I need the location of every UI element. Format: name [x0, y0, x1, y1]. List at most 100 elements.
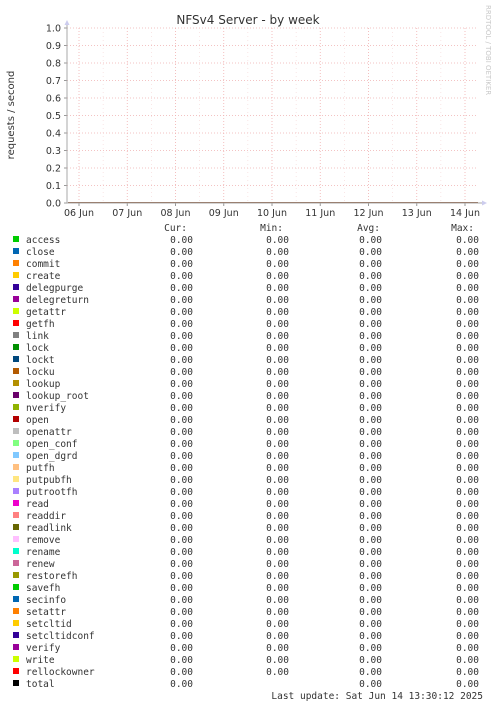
chart: NFSv4 Server - by week requests / second…: [6, 5, 492, 702]
watermark: RRDTOOL / TOBI OETIKER: [484, 5, 492, 95]
x-tick-label: 13 Jun: [402, 208, 432, 219]
legend-value-cur: 0.00: [170, 355, 193, 366]
legend-value-avg: 0.00: [359, 259, 382, 270]
legend-swatch: [13, 464, 19, 470]
legend-value-cur: 0.00: [170, 247, 193, 258]
legend-value-max: 0.00: [456, 295, 479, 306]
x-tick-label: 10 Jun: [257, 208, 287, 219]
legend-name: rename: [26, 547, 61, 558]
legend-name: putfh: [26, 463, 55, 474]
legend-value-cur: 0.00: [170, 295, 193, 306]
legend-name: access: [26, 235, 60, 246]
legend-swatch: [13, 320, 19, 326]
legend-name: setattr: [26, 607, 66, 618]
legend-value-avg: 0.00: [359, 631, 382, 642]
legend-value-cur: 0.00: [170, 463, 193, 474]
legend-swatch: [13, 296, 19, 302]
legend-header: Max:: [451, 223, 474, 234]
y-tick-labels: 0.0 0.1 0.2 0.3 0.4 0.5 0.6 0.7 0.8 0.9 1.0: [46, 24, 61, 210]
legend-value-max: 0.00: [456, 535, 479, 546]
y-tick-label: 0.9: [46, 41, 61, 52]
legend-row: renew 0.00 0.00 0.00 0.00: [13, 559, 479, 570]
y-tick-label: 0.7: [46, 76, 61, 87]
legend-value-max: 0.00: [456, 667, 479, 678]
y-tick-label: 0.3: [46, 146, 61, 157]
legend-value-avg: 0.00: [359, 319, 382, 330]
legend-value-min: 0.00: [266, 535, 289, 546]
legend-name: getattr: [26, 307, 66, 318]
legend-swatch: [13, 656, 19, 662]
legend-value-min: 0.00: [266, 487, 289, 498]
legend-value-max: 0.00: [456, 487, 479, 498]
legend-name: write: [26, 655, 55, 666]
legend-row: access 0.00 0.00 0.00 0.00: [13, 235, 479, 246]
legend-swatch: [13, 680, 19, 686]
legend-swatch: [13, 368, 19, 374]
legend-name: open: [26, 415, 49, 426]
legend-swatch: [13, 236, 19, 242]
y-axis-label: requests / second: [6, 71, 17, 160]
legend-row: readlink 0.00 0.00 0.00 0.00: [13, 523, 479, 534]
x-tick-labels: 06 Jun 07 Jun 08 Jun 09 Jun 10 Jun 11 Jun 12 J…: [64, 208, 480, 219]
x-tick-label: 14 Jun: [450, 208, 480, 219]
legend-swatch: [13, 356, 19, 362]
legend-value-cur: 0.00: [170, 583, 193, 594]
legend-value-min: 0.00: [266, 547, 289, 558]
legend-row: savefh 0.00 0.00 0.00 0.00: [13, 583, 479, 594]
legend-name: verify: [26, 643, 61, 654]
legend-row: getfh 0.00 0.00 0.00 0.00: [13, 319, 479, 330]
legend-value-cur: 0.00: [170, 391, 193, 402]
legend-value-max: 0.00: [456, 427, 479, 438]
y-tick-label: 0.4: [46, 129, 61, 140]
legend-value-cur: 0.00: [170, 283, 193, 294]
legend-value-min: 0.00: [266, 439, 289, 450]
legend-value-cur: 0.00: [170, 415, 193, 426]
legend-value-avg: 0.00: [359, 595, 382, 606]
legend-value-cur: 0.00: [170, 631, 193, 642]
legend-name: getfh: [26, 319, 55, 330]
legend-value-cur: 0.00: [170, 559, 193, 570]
legend-value-min: 0.00: [266, 475, 289, 486]
legend-value-min: 0.00: [266, 523, 289, 534]
legend-row: putrootfh 0.00 0.00 0.00 0.00: [13, 487, 479, 498]
legend-value-max: 0.00: [456, 631, 479, 642]
legend-value-cur: 0.00: [170, 595, 193, 606]
legend-name: nverify: [26, 403, 66, 414]
legend-value-max: 0.00: [456, 643, 479, 654]
legend-swatch: [13, 404, 19, 410]
legend-swatch: [13, 248, 19, 254]
legend-row: setcltidconf 0.00 0.00 0.00 0.00: [13, 631, 479, 642]
legend-value-avg: 0.00: [359, 619, 382, 630]
legend-value-avg: 0.00: [359, 643, 382, 654]
legend-value-max: 0.00: [456, 511, 479, 522]
legend-swatch: [13, 428, 19, 434]
legend-swatch: [13, 524, 19, 530]
legend-name: putpubfh: [26, 475, 72, 486]
legend-value-avg: 0.00: [359, 511, 382, 522]
legend-name: renew: [26, 559, 55, 570]
legend-name: openattr: [26, 427, 72, 438]
legend-value-min: 0.00: [266, 343, 289, 354]
legend-swatch: [13, 344, 19, 350]
legend-value-min: 0.00: [266, 307, 289, 318]
legend-swatch: [13, 440, 19, 446]
legend-value-max: 0.00: [456, 379, 479, 390]
legend-value-cur: 0.00: [170, 511, 193, 522]
legend-value-min: 0.00: [266, 271, 289, 282]
legend-value-avg: 0.00: [359, 571, 382, 582]
legend-row: link 0.00 0.00 0.00 0.00: [13, 331, 479, 342]
legend-value-cur: 0.00: [170, 571, 193, 582]
legend-value-max: 0.00: [456, 247, 479, 258]
legend-value-cur: 0.00: [170, 523, 193, 534]
legend-value-max: 0.00: [456, 655, 479, 666]
legend-value-avg: 0.00: [359, 451, 382, 462]
legend-value-max: 0.00: [456, 463, 479, 474]
legend-row: open_conf 0.00 0.00 0.00 0.00: [13, 439, 479, 450]
y-tick-label: 0.2: [46, 164, 61, 175]
legend-row: setcltid 0.00 0.00 0.00 0.00: [13, 619, 479, 630]
legend-name: lock: [26, 343, 49, 354]
legend-value-min: 0.00: [266, 295, 289, 306]
legend-value-max: 0.00: [456, 415, 479, 426]
x-tick-label: 11 Jun: [305, 208, 335, 219]
legend-value-cur: 0.00: [170, 259, 193, 270]
